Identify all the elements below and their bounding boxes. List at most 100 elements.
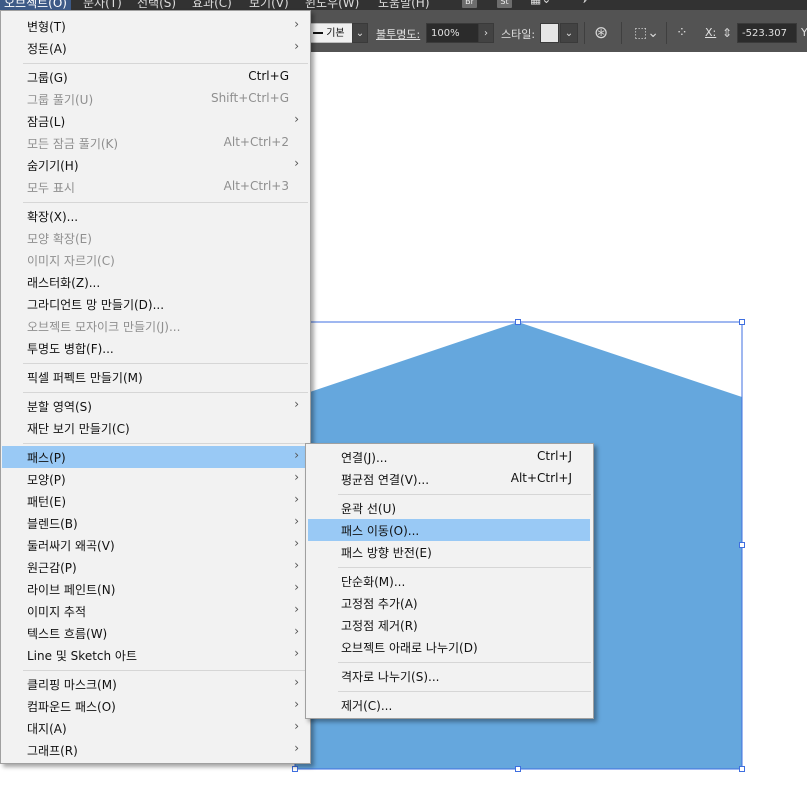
menu-item-line-sketch-art[interactable]: Line 및 Sketch 아트 › [2,644,309,666]
chevron-right-icon: › [294,492,299,506]
align-to-icon[interactable]: ⬚⌄ [634,24,659,42]
handle-bottom-right[interactable] [739,766,745,772]
menu-item-blend[interactable]: 블렌드(B) › [2,512,309,534]
opacity-label[interactable]: 불투명도: [376,26,420,42]
submenu-item-clean-up[interactable]: 제거(C)... [307,694,592,716]
menu-item-text-wrap[interactable]: 텍스트 흐름(W) › [2,622,309,644]
style-swatch[interactable] [540,23,559,43]
menu-item-artboards[interactable]: 대지(A) › [2,717,309,739]
shortcut: Alt+Ctrl+2 [223,135,289,149]
chevron-right-icon[interactable]: › [478,23,494,43]
menu-window[interactable]: 윈도우(W) [305,0,359,10]
chevron-right-icon: › [294,514,299,528]
divider [584,22,585,44]
submenu-item-reverse-path-direction[interactable]: 패스 방향 반전(E) [307,541,592,563]
menu-item-shape[interactable]: 모양(P) › [2,468,309,490]
menu-help[interactable]: 도움말(H) [378,0,430,10]
submenu-item-remove-anchor-points[interactable]: 고정점 제거(R) [307,614,592,636]
menu-divider [23,63,308,64]
menu-effect[interactable]: 효과(C) [192,0,232,10]
chevron-right-icon: › [294,580,299,594]
opacity-input[interactable]: 100% [426,23,480,43]
chevron-right-icon: › [294,719,299,733]
x-label: X: [705,26,717,39]
menu-divider [338,567,591,568]
menu-item-lock[interactable]: 잠금(L) › [2,110,309,132]
menu-item-create-gradient-mesh[interactable]: 그라디언트 망 만들기(D)... [2,293,309,315]
submenu-item-divide-objects-below[interactable]: 오브젝트 아래로 나누기(D) [307,636,592,658]
menu-item-slice[interactable]: 분할 영역(S) › [2,395,309,417]
menu-item-expand-appearance: 모양 확장(E) [27,232,92,246]
app-menubar: 오브젝트(O) 문자(T) 선택(S) 효과(C) 보기(V) 윈도우(W) 도… [0,0,807,10]
handle-top-center[interactable] [515,319,521,325]
menu-item-group[interactable]: 그룹(G) Ctrl+G [2,66,309,88]
menu-item-clipping-mask[interactable]: 클리핑 마스크(M) › [2,673,309,695]
menu-item-flatten-transparency[interactable]: 투명도 병합(F)... [2,337,309,359]
menu-item-envelope-distort[interactable]: 둘러싸기 왜곡(V) › [2,534,309,556]
chevron-down-icon[interactable]: ⌄ [560,23,578,43]
chevron-right-icon: › [294,624,299,638]
menu-item-transform[interactable]: 변형(T) › [2,15,309,37]
menu-item-create-trim-marks[interactable]: 재단 보기 만들기(C) [2,417,309,439]
menu-item-live-paint[interactable]: 라이브 페인트(N) › [2,578,309,600]
menu-object[interactable]: 오브젝트(O) [0,0,71,10]
shortcut: Shift+Ctrl+G [210,91,289,105]
chevron-right-icon: › [294,470,299,484]
menu-divider [23,392,308,393]
recolor-artwork-icon[interactable]: ⊛ [594,24,608,42]
submenu-item-split-into-grid[interactable]: 격자로 나누기(S)... [307,665,592,687]
menu-view[interactable]: 보기(V) [249,0,289,10]
chevron-right-icon: › [294,17,299,31]
y-label: Y [801,26,807,39]
stock-icon[interactable]: St [497,0,512,8]
menu-item-rasterize[interactable]: 래스터화(Z)... [2,271,309,293]
chevron-right-icon: › [294,741,299,755]
menu-item-unlock-all: 모든 잠금 풀기(K) Alt+Ctrl+2 [27,135,289,151]
menu-item-arrange[interactable]: 정돈(A) › [2,37,309,59]
bridge-icon[interactable]: Br [462,0,477,8]
shortcut: Alt+Ctrl+J [510,471,572,485]
gpu-icon[interactable]: ✈ [580,0,590,6]
menu-item-hide[interactable]: 숨기기(H) › [2,154,309,176]
stroke-style-value: 기본 [326,28,345,39]
submenu-item-outline-stroke[interactable]: 윤곽 선(U) [307,497,592,519]
submenu-item-average[interactable]: 평균점 연결(V)... Alt+Ctrl+J [307,468,592,490]
reference-point-icon[interactable]: ⁘ [676,24,688,42]
submenu-item-offset-path[interactable]: 패스 이동(O)... [308,519,590,541]
menu-item-perspective[interactable]: 원근감(P) › [2,556,309,578]
handle-bottom-left[interactable] [292,766,298,772]
submenu-item-add-anchor-points[interactable]: 고정점 추가(A) [307,592,592,614]
chevron-right-icon: › [294,602,299,616]
chevron-right-icon: › [294,675,299,689]
chevron-right-icon: › [294,697,299,711]
stepper-icon[interactable]: ⇕ [722,24,732,42]
stroke-line-icon [313,32,323,34]
chevron-right-icon: › [294,397,299,411]
menu-item-show-all: 모두 표시 Alt+Ctrl+3 [27,179,289,195]
chevron-right-icon: › [294,156,299,170]
workspace-layout-icon[interactable]: ▦⌄ [530,0,551,6]
menu-item-graph[interactable]: 그래프(R) › [2,739,309,761]
chevron-right-icon: › [294,39,299,53]
handle-bottom-center[interactable] [515,766,521,772]
handle-middle-right[interactable] [739,542,745,548]
chevron-right-icon: › [294,558,299,572]
menu-type[interactable]: 문자(T) [83,0,122,10]
menu-item-pattern[interactable]: 패턴(E) › [2,490,309,512]
menu-item-compound-path[interactable]: 컴파운드 패스(O) › [2,695,309,717]
chevron-down-icon[interactable]: ⌄ [352,23,368,43]
menu-item-expand[interactable]: 확장(X)... [2,205,309,227]
x-coordinate-input[interactable]: -523.307 [737,23,797,43]
menu-divider [338,691,591,692]
shortcut: Ctrl+J [537,449,572,463]
divider [621,22,622,44]
chevron-right-icon: › [294,646,299,660]
menu-item-image-trace[interactable]: 이미지 추적 › [2,600,309,622]
menu-item-path[interactable]: 패스(P) › [2,446,309,468]
submenu-item-join[interactable]: 연결(J)... Ctrl+J [307,446,592,468]
chevron-right-icon: › [294,448,299,462]
handle-top-right[interactable] [739,319,745,325]
menu-select[interactable]: 선택(S) [137,0,176,10]
menu-item-make-pixel-perfect[interactable]: 픽셀 퍼펙트 만들기(M) [2,366,309,388]
submenu-item-simplify[interactable]: 단순화(M)... [307,570,592,592]
